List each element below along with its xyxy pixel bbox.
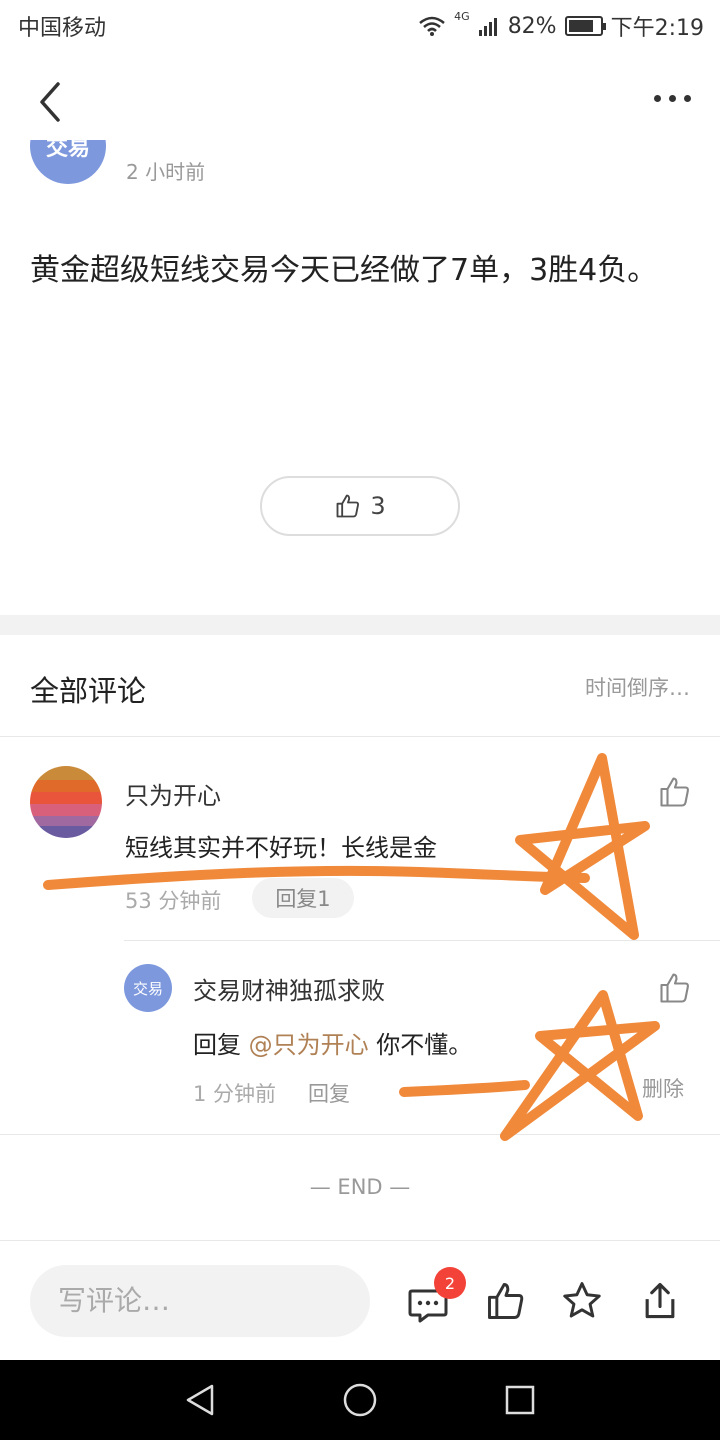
divider [0, 1134, 720, 1135]
nav-back-icon[interactable] [182, 1382, 218, 1418]
nav-recents-icon[interactable] [504, 1384, 536, 1416]
post-author-row: 交易 2 小时前 [0, 140, 720, 200]
mention-link[interactable]: @只为开心 [249, 1031, 369, 1059]
delete-button[interactable]: 删除 [642, 1073, 684, 1103]
reply-button[interactable]: 回复 [308, 1078, 350, 1108]
star-icon [563, 1282, 601, 1318]
reply-text: 回复 @只为开心 你不懂。 [193, 1025, 472, 1060]
network-type-label: 4G [454, 10, 470, 23]
post-time: 2 小时前 [126, 160, 206, 184]
comment-time: 53 分钟前 [125, 889, 222, 913]
commenter-avatar[interactable] [30, 766, 102, 838]
thumbs-up-icon [336, 494, 360, 518]
thumbs-up-icon [660, 777, 689, 807]
nav-home-icon[interactable] [342, 1382, 378, 1418]
dot-icon [653, 94, 661, 102]
commenter-name[interactable]: 只为开心 [125, 776, 221, 811]
underline-annotation [399, 1080, 530, 1097]
comment-input[interactable]: 写评论… [30, 1265, 370, 1337]
share-button[interactable] [638, 1279, 682, 1323]
sunset-avatar-image [30, 766, 102, 838]
battery-fill [568, 20, 594, 32]
carrier-label: 中国移动 [18, 16, 107, 41]
reply-like-button[interactable] [657, 970, 693, 1006]
wifi-icon [419, 16, 445, 36]
reply-count-button[interactable]: 回复1 [252, 878, 354, 918]
section-separator [0, 615, 720, 635]
annotation-overlay [43, 753, 660, 1141]
share-icon [645, 1282, 675, 1319]
reply-avatar[interactable]: 交易 [124, 964, 172, 1012]
battery-icon [564, 16, 606, 36]
end-marker: — END — [309, 1175, 411, 1199]
status-bar: 中国移动 4G 82% 下午2:19 [0, 0, 720, 50]
star-annotation [500, 990, 660, 1141]
comments-title: 全部评论 [30, 674, 147, 708]
signal-icon [478, 18, 497, 36]
comment-like-button[interactable] [657, 774, 693, 810]
status-right: 4G 82% 下午2:19 [418, 10, 704, 42]
sort-button[interactable]: 时间倒序… [585, 672, 690, 702]
comment-count-badge: 2 [434, 1267, 466, 1299]
like-button[interactable] [484, 1279, 528, 1323]
chevron-left-icon [40, 82, 60, 122]
reply-author-name[interactable]: 交易财神独孤求败 [193, 971, 385, 1006]
comment-text: 短线其实并不好玩！长线是金 [125, 834, 437, 862]
top-nav-bar [0, 50, 720, 140]
author-avatar[interactable]: 交易 [30, 140, 106, 184]
like-count: 3 [370, 492, 386, 520]
divider [0, 736, 720, 737]
bottom-action-bar: 写评论… 2 [0, 1240, 720, 1360]
reply-body: 你不懂。 [376, 1031, 473, 1059]
favorite-button[interactable] [560, 1279, 604, 1323]
back-button[interactable] [24, 74, 80, 130]
post-body: 黄金超级短线交易今天已经做了7单，3胜4负。 [30, 253, 658, 288]
post-like-button[interactable]: 3 [260, 476, 460, 536]
thumbs-up-icon [660, 973, 689, 1003]
thumbs-up-icon [488, 1283, 524, 1319]
more-options-button[interactable] [644, 78, 700, 118]
divider [124, 940, 720, 941]
reply-prefix: 回复 [193, 1031, 241, 1059]
dot-icon [668, 94, 676, 102]
star-annotation [515, 753, 650, 940]
reply-time: 1 分钟前 [193, 1082, 277, 1106]
clock: 下午2:19 [610, 16, 704, 41]
dot-icon [683, 94, 691, 102]
battery-percent: 82% [507, 13, 557, 39]
system-navigation-bar [0, 1360, 720, 1440]
